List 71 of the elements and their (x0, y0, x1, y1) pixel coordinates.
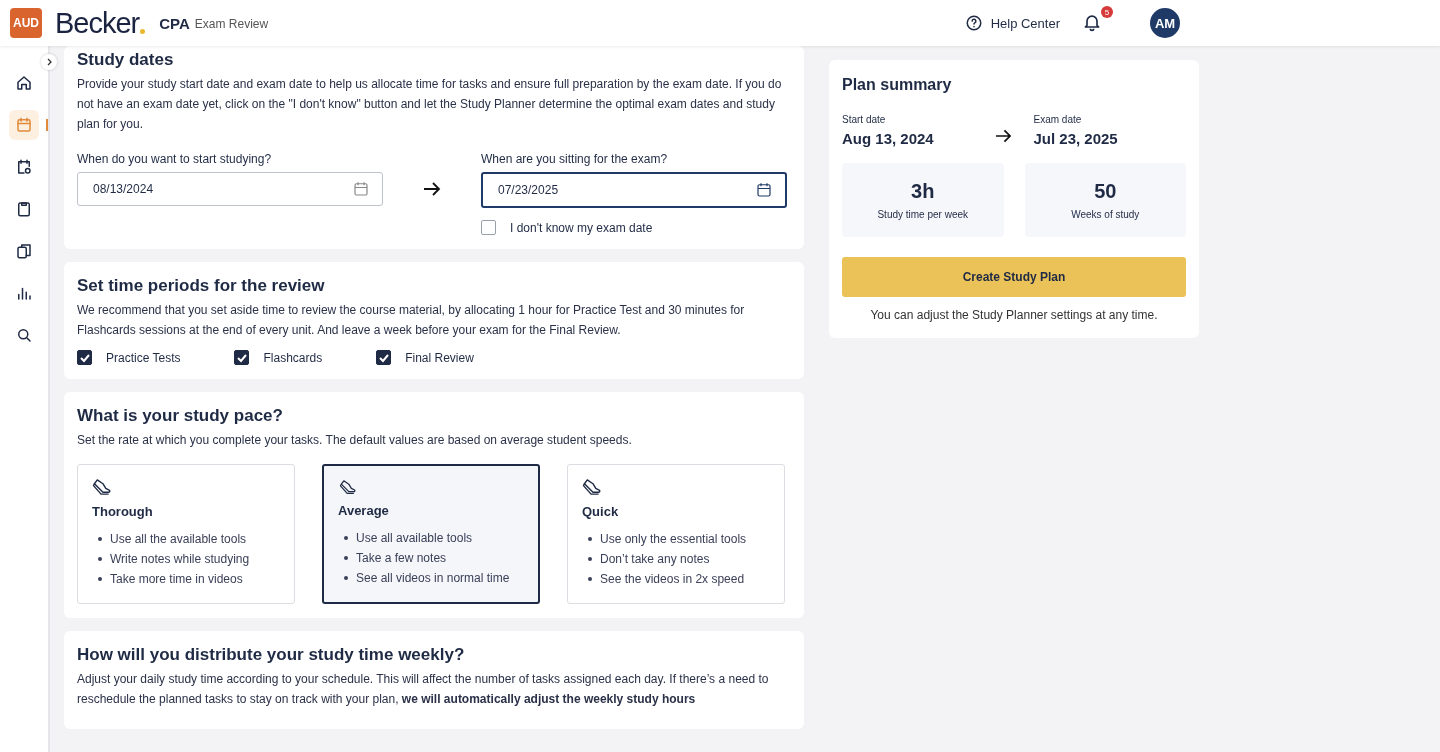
field-label: When do you want to start studying? (77, 152, 273, 166)
shoe-icon (582, 479, 602, 496)
pace-feature-text: Use all available tools (344, 528, 524, 548)
help-icon[interactable] (964, 14, 983, 32)
checkbox-label: Flashcards (263, 350, 323, 365)
pace-feature-text: Take more time in videos (98, 569, 280, 589)
calendar-icon[interactable] (755, 181, 773, 199)
pace-feature-text: Don’t take any notes (588, 549, 770, 569)
help-center-link[interactable]: Help Center (990, 15, 1060, 31)
logo-plus-icon (140, 29, 146, 34)
pace-option-card[interactable]: Thorough Use all the available tools Write notes while studying Take more time in videos (77, 464, 295, 604)
copy-icon (15, 242, 33, 260)
stat-label: Study time per week (877, 209, 969, 220)
calendar-icon (15, 116, 33, 134)
checkbox-label: I don't know my exam date (510, 220, 653, 235)
home-icon (15, 74, 33, 92)
pace-option-card[interactable]: Average Use all available tools Take a few notes See all videos in normal time (322, 464, 540, 604)
chevron-right-icon (45, 58, 53, 66)
start-date-label: Start date (842, 114, 887, 125)
stat-value: 3h (911, 180, 935, 203)
summary-note: You can adjust the Study Planner settings at any time. (869, 308, 1159, 322)
pace-feature-text: Take a few notes (344, 548, 524, 568)
stat-value: 50 (1094, 180, 1117, 203)
pace-feature-text: Use all the available tools (98, 529, 280, 549)
section-title: How will you distribute your study time weekly? (77, 645, 466, 665)
start-date-value: Aug 13, 2024 (842, 130, 935, 147)
section-description: Adjust your daily study time according to your schedule. This will affect the number of tasks assigned each day. If there’s a need to reschedule the planned tasks to stay on track with your plan, we will automatically adjust the weekly study hours (77, 671, 770, 708)
clipboard-icon (15, 200, 33, 218)
calendar-clock-icon (15, 158, 33, 176)
summary-title: Plan summary (842, 76, 953, 94)
user-avatar[interactable]: AM (1150, 8, 1180, 38)
pace-feature-text: Write notes while studying (98, 549, 280, 569)
checkbox[interactable] (481, 220, 496, 235)
section-description: We recommend that you set aside time to review the course material, by allocating 1 hour for Practice Test and 30 minutes for Flashcards sessions at the end of every unit. And leave a week before your exam for the Final Review. (77, 302, 746, 339)
sidebar-expand-button[interactable] (41, 54, 57, 70)
pace-feature-text: See the videos in 2x speed (588, 569, 770, 589)
pace-title: Average (338, 503, 390, 518)
arrow-right-icon (994, 128, 1012, 143)
arrow-right-icon (423, 182, 441, 196)
exam-date-value: Jul 23, 2025 (1033, 130, 1119, 147)
section-description: Set the rate at which you complete your tasks. The default values are based on average student speeds. (77, 432, 633, 449)
search-icon (15, 326, 33, 344)
notification-count: 5 (1101, 6, 1113, 18)
create-study-plan-button[interactable]: Create Study Plan (842, 257, 1186, 297)
product-name: CPA (159, 14, 190, 32)
notification-bell-icon[interactable] (1082, 12, 1102, 32)
checkbox[interactable] (77, 350, 92, 365)
checkbox[interactable] (234, 350, 250, 365)
shoe-icon (338, 480, 358, 495)
section-description: Provide your study start date and exam date to help us allocate time for tasks and ensure full preparation by the exam date. If you do not have an exam date yet, click on the "I don't know" button and let the Study Planner determine the optimal exam dates and study plan for you. (77, 76, 783, 133)
active-indicator (46, 119, 48, 131)
field-label: When are you sitting for the exam? (481, 152, 669, 166)
section-title: Study dates (77, 50, 175, 70)
exam-date-label: Exam date (1033, 114, 1083, 125)
product-subtitle: Exam Review (194, 17, 269, 31)
checkbox[interactable] (376, 350, 392, 365)
checkbox-label: Final Review (405, 350, 474, 365)
checkbox-label: Practice Tests (106, 350, 181, 365)
pace-title: Quick (582, 504, 620, 519)
pace-title: Thorough (92, 504, 154, 519)
exam-date-field[interactable]: 07/23/2025 (481, 172, 787, 208)
exam-section-badge: AUD (10, 8, 42, 38)
section-title: What is your study pace? (77, 406, 284, 426)
stat-label: Weeks of study (1071, 209, 1140, 220)
pace-feature-text: Use only the essential tools (588, 529, 770, 549)
pace-feature-text: See all videos in normal time (344, 568, 524, 588)
start-date-field[interactable]: 08/13/2024 (77, 172, 383, 206)
logo-text[interactable]: Becker (55, 6, 140, 40)
pace-option-card[interactable]: Quick Use only the essential tools Don’t take any notes See the videos in 2x speed (567, 464, 785, 604)
shoe-icon (92, 479, 112, 496)
section-title: Set time periods for the review (77, 276, 326, 296)
